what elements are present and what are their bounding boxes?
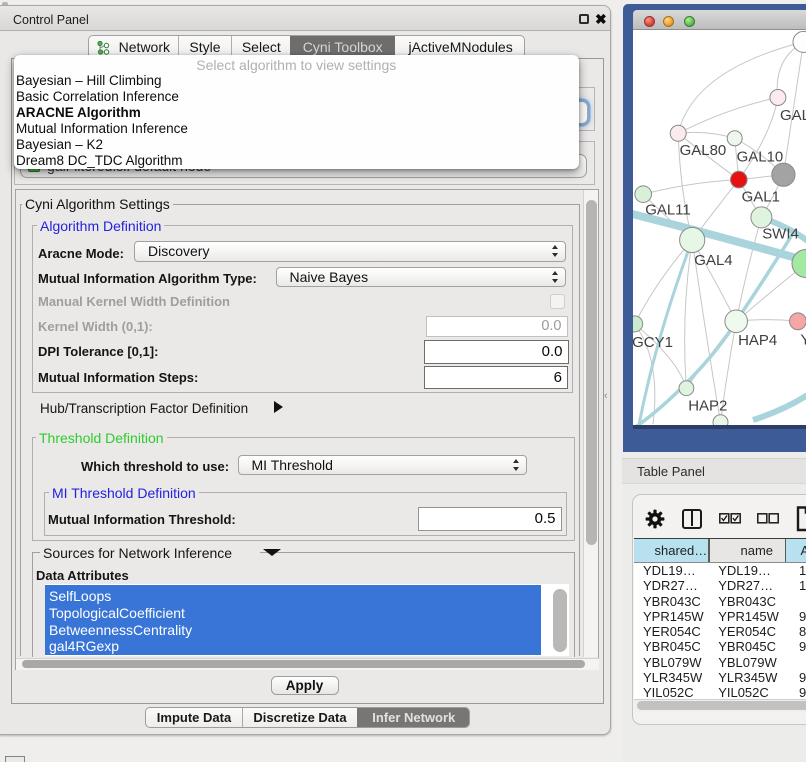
svg-text:GAL11: GAL11: [645, 202, 691, 219]
svg-text:SWI4: SWI4: [762, 225, 799, 242]
svg-text:YM: YM: [800, 331, 806, 348]
svg-text:HAP4: HAP4: [738, 332, 777, 349]
svg-text:GAL80: GAL80: [679, 142, 726, 159]
svg-text:GCY1: GCY1: [633, 334, 673, 351]
svg-text:GAL10: GAL10: [736, 149, 783, 166]
svg-text:GAL7: GAL7: [780, 107, 806, 124]
svg-text:GAL1: GAL1: [741, 189, 779, 206]
svg-text:HAP2: HAP2: [688, 397, 727, 414]
svg-text:GAL4: GAL4: [694, 252, 732, 269]
